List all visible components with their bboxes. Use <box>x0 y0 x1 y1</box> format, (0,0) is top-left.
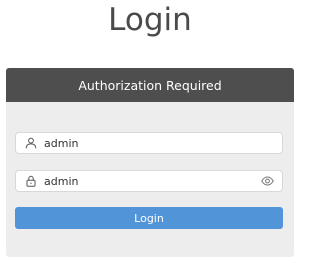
password-input[interactable] <box>44 172 260 190</box>
password-field[interactable] <box>15 170 283 192</box>
page-title: Login <box>108 2 192 38</box>
user-icon <box>24 136 38 150</box>
panel-header: Authorization Required <box>6 68 294 102</box>
login-button[interactable]: Login <box>15 207 283 229</box>
username-field[interactable] <box>15 132 283 154</box>
lock-icon <box>24 174 38 188</box>
panel-header-label: Authorization Required <box>78 77 222 93</box>
eye-icon[interactable] <box>260 174 274 188</box>
username-input[interactable] <box>44 134 282 152</box>
login-panel: Authorization Required Login <box>6 68 294 257</box>
